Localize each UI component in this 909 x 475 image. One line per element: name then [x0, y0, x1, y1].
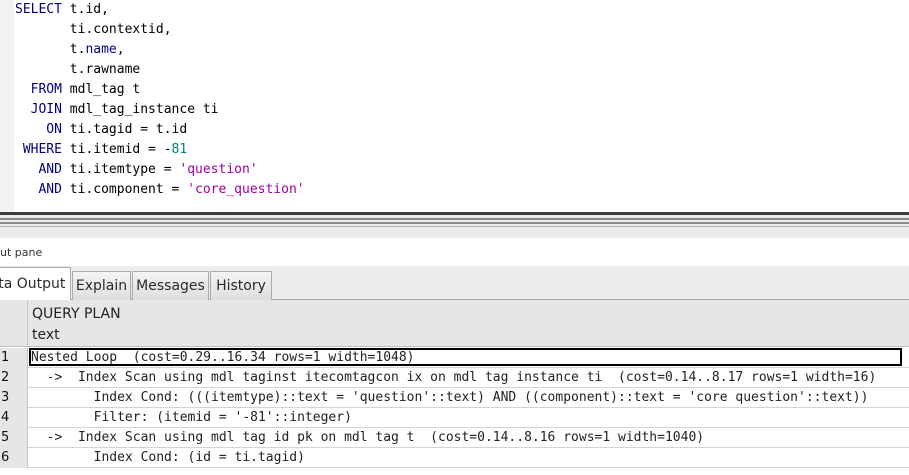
row-number[interactable]: 6 — [0, 448, 28, 468]
sql-token: mdl_tag t — [61, 82, 141, 97]
sql-token: ti.component = — [61, 182, 188, 197]
sql-token: 'core_question' — [187, 182, 305, 197]
column-header-type: text — [32, 327, 60, 343]
row-number[interactable]: 1 — [0, 348, 28, 368]
sql-line: t.rawname — [15, 60, 305, 80]
sql-line: ti.contextid, — [15, 20, 305, 40]
sql-token: ti.tagid = t.id — [61, 122, 188, 137]
output-pane-label: ut pane — [0, 246, 43, 259]
column-header-name[interactable]: QUERY PLAN — [32, 306, 121, 322]
query-plan-cell[interactable]: -> Index Scan using mdl taginst itecomta… — [31, 368, 877, 387]
grid-header: QUERY PLAN text — [0, 300, 909, 347]
sql-line: FROM mdl_tag t — [15, 80, 305, 100]
tab-messages[interactable]: Messages — [132, 271, 209, 300]
sql-token: ON — [15, 122, 62, 137]
sql-token: ti.itemid = - — [61, 142, 172, 157]
table-row[interactable]: 6 Index Cond: (id = ti.tagid) — [0, 448, 909, 468]
sql-token: name — [85, 42, 117, 57]
sql-line: JOIN mdl_tag_instance ti — [15, 100, 305, 120]
grid-corner[interactable] — [0, 300, 28, 347]
table-row[interactable]: 4 Filter: (itemid = '-81'::integer) — [0, 408, 909, 428]
sql-editor[interactable]: SELECT t.id, ti.contextid, t.name, t.raw… — [0, 0, 909, 212]
sql-line: t.name, — [15, 40, 305, 60]
query-plan-cell[interactable]: Nested Loop (cost=0.29..16.34 rows=1 wid… — [31, 348, 415, 367]
sql-token: mdl_tag_instance ti — [61, 102, 219, 117]
sql-token: FROM — [15, 82, 62, 97]
sql-token: ti.itemtype = — [61, 162, 180, 177]
sql-token: t.id, — [61, 2, 109, 17]
sql-code[interactable]: SELECT t.id, ti.contextid, t.name, t.raw… — [15, 0, 305, 200]
row-number[interactable]: 2 — [0, 368, 28, 388]
table-row[interactable]: 5 -> Index Scan using mdl tag id pk on m… — [0, 428, 909, 448]
query-plan-cell[interactable]: Index Cond: (((itemtype)::text = 'questi… — [31, 388, 869, 407]
sql-token: AND — [15, 182, 62, 197]
tab-data-output[interactable]: ata Output — [0, 267, 71, 301]
splitter-line — [0, 226, 909, 227]
sql-line: SELECT t.id, — [15, 0, 305, 20]
sql-token: AND — [15, 162, 62, 177]
tab-explain[interactable]: Explain — [72, 271, 131, 300]
sql-token: 81 — [171, 142, 188, 157]
row-number[interactable]: 4 — [0, 408, 28, 428]
sql-token: WHERE — [15, 142, 62, 157]
query-plan-cell[interactable]: -> Index Scan using mdl tag id pk on mdl… — [31, 428, 704, 447]
pane-splitter[interactable] — [0, 212, 909, 238]
sql-token: 'question' — [179, 162, 258, 177]
table-row[interactable]: 3 Index Cond: (((itemtype)::text = 'ques… — [0, 388, 909, 408]
tab-history[interactable]: History — [210, 271, 272, 300]
editor-gutter — [0, 0, 14, 212]
row-number[interactable]: 3 — [0, 388, 28, 408]
output-tabs: ata Output Explain Messages History — [0, 266, 909, 301]
table-row[interactable]: 2 -> Index Scan using mdl taginst itecom… — [0, 368, 909, 388]
sql-token: t. — [15, 42, 86, 57]
splitter-grip — [0, 218, 909, 220]
sql-line: AND ti.itemtype = 'question' — [15, 160, 305, 180]
query-plan-cell[interactable]: Filter: (itemid = '-81'::integer) — [31, 408, 352, 427]
row-number[interactable]: 5 — [0, 428, 28, 448]
splitter-grip — [0, 222, 909, 224]
sql-token: JOIN — [15, 102, 62, 117]
sql-token: SELECT — [15, 2, 62, 17]
sql-line: WHERE ti.itemid = -81 — [15, 140, 305, 160]
data-output-grid[interactable]: QUERY PLAN text 1 Nested Loop (cost=0.29.… — [0, 300, 909, 475]
sql-token: , — [116, 42, 125, 57]
table-row[interactable]: 1 Nested Loop (cost=0.29..16.34 rows=1 wi… — [0, 348, 909, 368]
sql-token: t.rawname — [15, 62, 141, 77]
sql-line: AND ti.component = 'core_question' — [15, 180, 305, 200]
splitter-line — [0, 212, 909, 215]
sql-line: ON ti.tagid = t.id — [15, 120, 305, 140]
query-plan-cell[interactable]: Index Cond: (id = ti.tagid) — [31, 448, 305, 467]
sql-token: ti.contextid, — [15, 22, 172, 37]
